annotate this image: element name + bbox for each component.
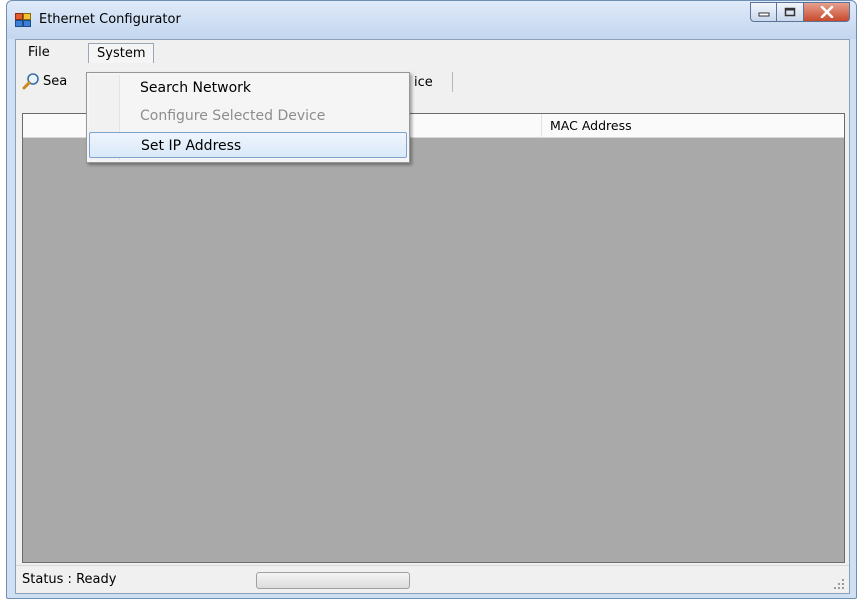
resize-grip-icon[interactable]: [833, 578, 845, 590]
title-bar[interactable]: Ethernet Configurator: [7, 1, 856, 39]
close-icon: [820, 6, 833, 18]
menu-bar: File System: [16, 40, 849, 64]
maximize-button[interactable]: [777, 2, 804, 22]
column-header-mac-address[interactable]: MAC Address: [542, 114, 844, 138]
menu-item-configure-selected-device[interactable]: Configure Selected Device: [89, 103, 407, 129]
device-list[interactable]: MAC Address: [22, 113, 845, 563]
menu-item-set-ip-address[interactable]: Set IP Address: [89, 132, 407, 158]
toolbar-separator: [452, 72, 453, 92]
minimize-icon: [758, 12, 769, 17]
close-button[interactable]: [804, 2, 850, 22]
search-network-tool-button[interactable]: Sea: [22, 70, 67, 92]
menu-item-search-network[interactable]: Search Network: [89, 75, 407, 101]
configure-tool-label[interactable]: ice: [414, 75, 433, 90]
magnifier-icon: [22, 73, 39, 90]
system-menu-dropdown: Search Network Configure Selected Device…: [86, 72, 410, 163]
progress-bar: [256, 572, 410, 589]
menu-file[interactable]: File: [20, 43, 58, 63]
caption-buttons: [750, 2, 850, 22]
search-tool-label: Sea: [43, 73, 68, 89]
window-title: Ethernet Configurator: [39, 12, 181, 27]
minimize-button[interactable]: [750, 2, 777, 22]
app-window-icon: [15, 13, 31, 27]
status-text: Status : Ready: [22, 572, 117, 587]
maximize-icon: [784, 7, 796, 17]
status-bar: Status : Ready: [16, 565, 849, 593]
menu-system[interactable]: System: [88, 43, 155, 63]
